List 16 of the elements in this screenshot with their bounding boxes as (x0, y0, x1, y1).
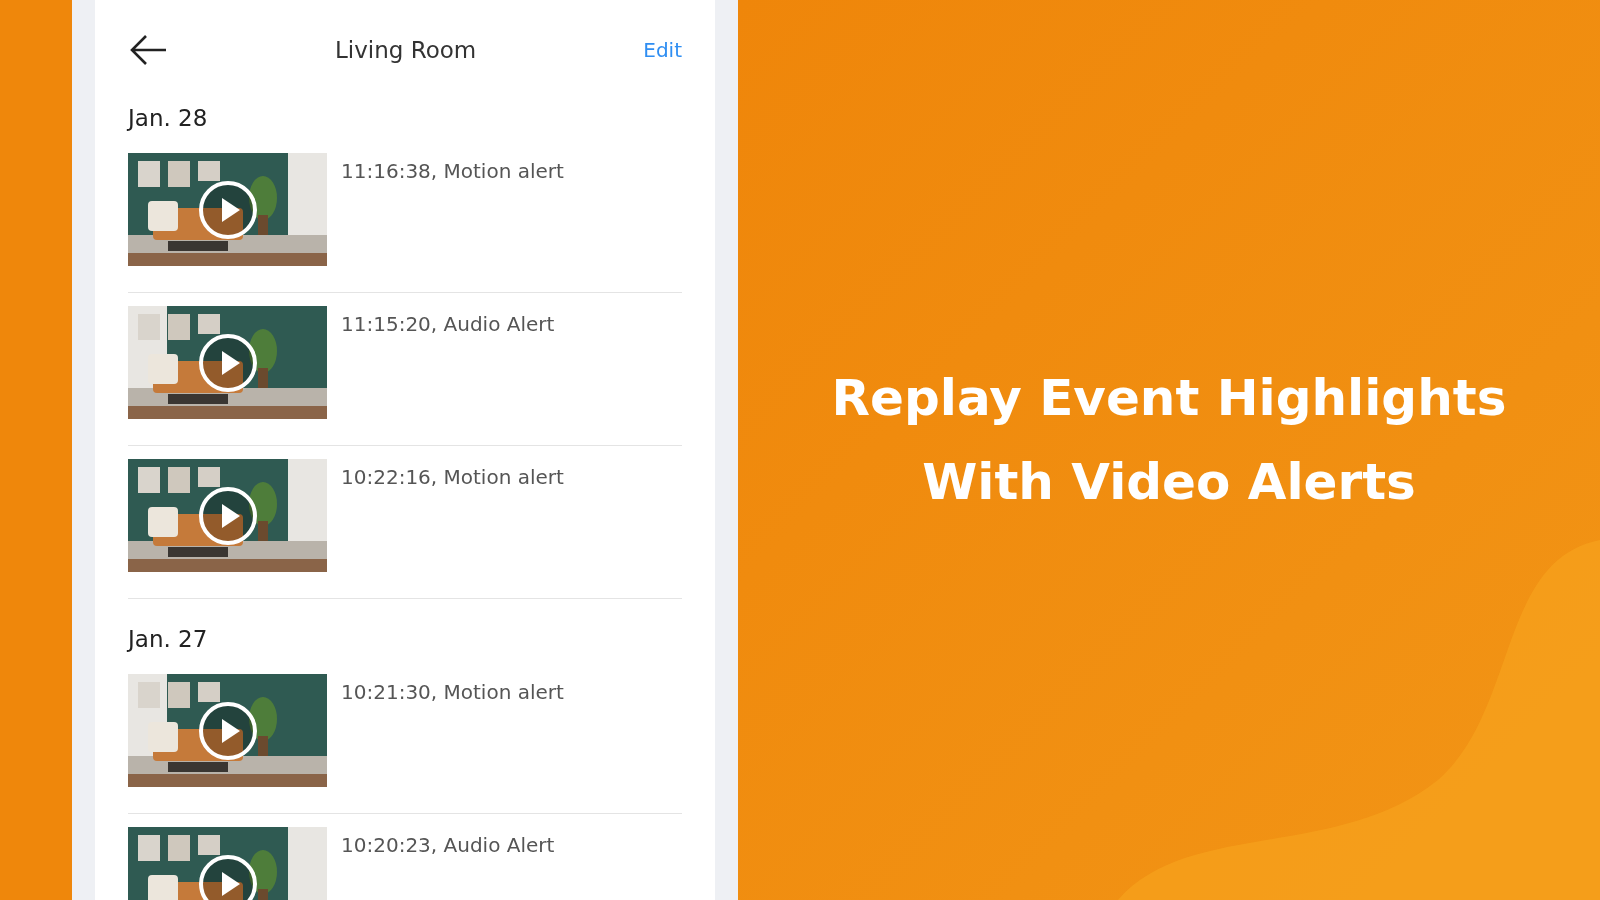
play-icon[interactable] (198, 180, 258, 240)
play-icon[interactable] (198, 701, 258, 761)
event-label[interactable]: 10:21:30, Motion alert (341, 674, 564, 813)
page-title: Living Room (335, 35, 477, 65)
event-label[interactable]: 10:20:23, Audio Alert (341, 827, 555, 900)
play-icon[interactable] (198, 854, 258, 900)
date-heading: Jan. 27 (128, 625, 209, 654)
date-heading: Jan. 28 (128, 104, 209, 133)
headline: With Video Alerts (922, 452, 1416, 513)
play-icon[interactable] (198, 333, 258, 393)
back-arrow-icon[interactable] (128, 33, 168, 67)
play-icon[interactable] (198, 486, 258, 546)
headline: Replay Event Highlights (831, 368, 1507, 429)
event-label[interactable]: 10:22:16, Motion alert (341, 459, 564, 598)
event-label[interactable]: 11:16:38, Motion alert (341, 153, 564, 292)
event-label[interactable]: 11:15:20, Audio Alert (341, 306, 555, 445)
